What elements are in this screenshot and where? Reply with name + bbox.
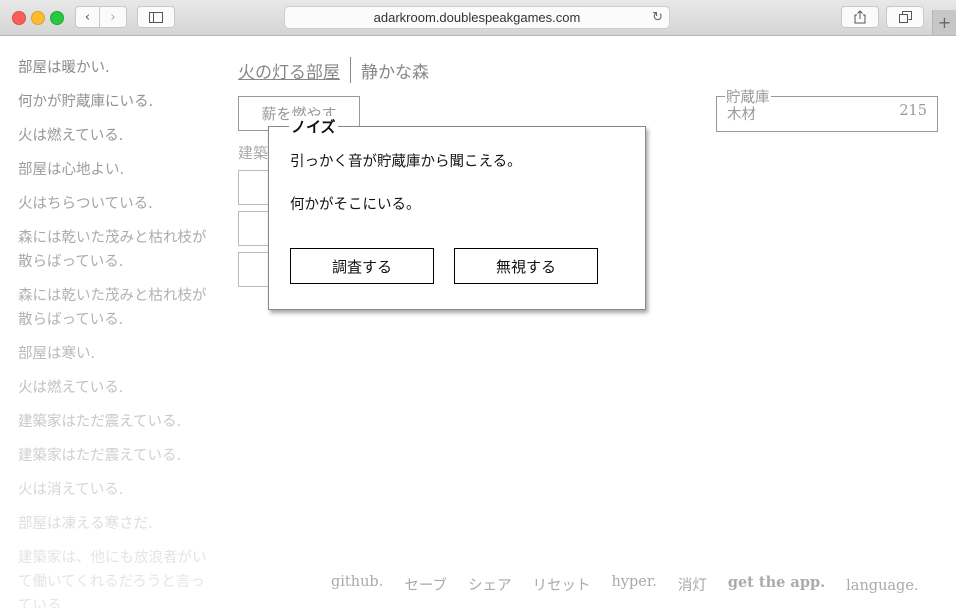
footer-links: github. セーブ シェア リセット hyper. 消灯 get the a… xyxy=(331,574,940,595)
get-app-link[interactable]: get the app. xyxy=(728,574,825,595)
event-dialog: ノイズ 引っかく音が貯蔵庫から聞こえる。 何かがそこにいる。 調査する 無視する xyxy=(268,116,646,310)
notification-item: 建築家は、他にも放浪者がいて働いてくれるだろうと言っている. xyxy=(18,550,207,608)
notification-item: 火は燃えている. xyxy=(18,128,124,144)
notification-item: 建築家はただ震えている. xyxy=(18,414,182,430)
tab-room[interactable]: 火の灯る部屋 xyxy=(238,58,340,83)
store-name: 木材 xyxy=(727,107,756,123)
event-description-line: 引っかく音が貯蔵庫から聞こえる。 xyxy=(290,154,522,170)
save-link[interactable]: セーブ xyxy=(404,574,447,595)
notification-item: 森には乾いた茂みと枯れ枝が散らばっている. xyxy=(18,288,207,328)
zoom-window-button[interactable] xyxy=(50,11,64,25)
address-bar[interactable]: adarkroom.doublespeakgames.com ↻ xyxy=(284,6,670,29)
share-icon xyxy=(854,10,866,24)
share-link[interactable]: シェア xyxy=(468,574,512,595)
store-row: 木材 215 xyxy=(727,103,927,124)
notification-item: 部屋は寒い. xyxy=(18,346,96,362)
notification-item: 火は燃えている. xyxy=(18,380,124,396)
new-tab-button[interactable]: + xyxy=(932,10,956,35)
url-text: adarkroom.doublespeakgames.com xyxy=(373,10,581,25)
back-button[interactable]: ‹ xyxy=(75,6,100,28)
notification-item: 森には乾いた茂みと枯れ枝が散らばっている. xyxy=(18,230,207,270)
sidebar-button[interactable] xyxy=(137,6,175,28)
tabs-icon xyxy=(898,11,912,23)
location-header: 火の灯る部屋 静かな森 xyxy=(238,57,429,83)
github-link[interactable]: github. xyxy=(331,574,383,595)
lights-off-link[interactable]: 消灯 xyxy=(678,574,707,595)
event-description-line: 何かがそこにいる。 xyxy=(290,197,421,213)
chevron-left-icon: ‹ xyxy=(84,9,91,25)
ignore-button[interactable]: 無視する xyxy=(454,248,598,284)
event-title: ノイズ xyxy=(289,116,338,137)
notification-item: 火は消えている. xyxy=(18,482,124,498)
share-button[interactable] xyxy=(841,6,879,28)
close-window-button[interactable] xyxy=(12,11,26,25)
notification-item: 何かが貯蔵庫にいる. xyxy=(18,94,154,110)
reset-link[interactable]: リセット xyxy=(532,574,590,595)
notification-item: 建築家はただ震えている. xyxy=(18,448,182,464)
plus-icon: + xyxy=(937,13,952,32)
notification-item: 部屋は暖かい. xyxy=(18,60,110,76)
build-label: 建築 xyxy=(238,144,269,162)
tab-forest[interactable]: 静かな森 xyxy=(361,58,429,83)
chevron-right-icon: › xyxy=(110,9,116,25)
forward-button[interactable]: › xyxy=(100,6,127,28)
header-divider xyxy=(350,57,351,83)
sidebar-icon xyxy=(149,11,163,23)
notification-item: 火はちらついている. xyxy=(18,196,153,212)
minimize-window-button[interactable] xyxy=(31,11,45,25)
browser-toolbar: ‹ › adarkroom.doublespeakgames.com ↻ + xyxy=(0,0,956,36)
reload-icon[interactable]: ↻ xyxy=(652,10,663,25)
language-link[interactable]: language. xyxy=(846,578,918,595)
stores-panel: 貯蔵庫 木材 215 xyxy=(716,86,938,132)
store-value: 215 xyxy=(899,103,927,119)
hyper-link[interactable]: hyper. xyxy=(611,574,656,595)
investigate-button[interactable]: 調査する xyxy=(290,248,434,284)
notification-item: 部屋は凍える寒さだ. xyxy=(18,516,153,532)
notifications-log: 部屋は暖かい. 何かが貯蔵庫にいる. 火は燃えている. 部屋は心地よい. 火はちらついて… xyxy=(18,56,218,608)
tabs-button[interactable] xyxy=(886,6,924,28)
notification-item: 部屋は心地よい. xyxy=(18,162,125,178)
